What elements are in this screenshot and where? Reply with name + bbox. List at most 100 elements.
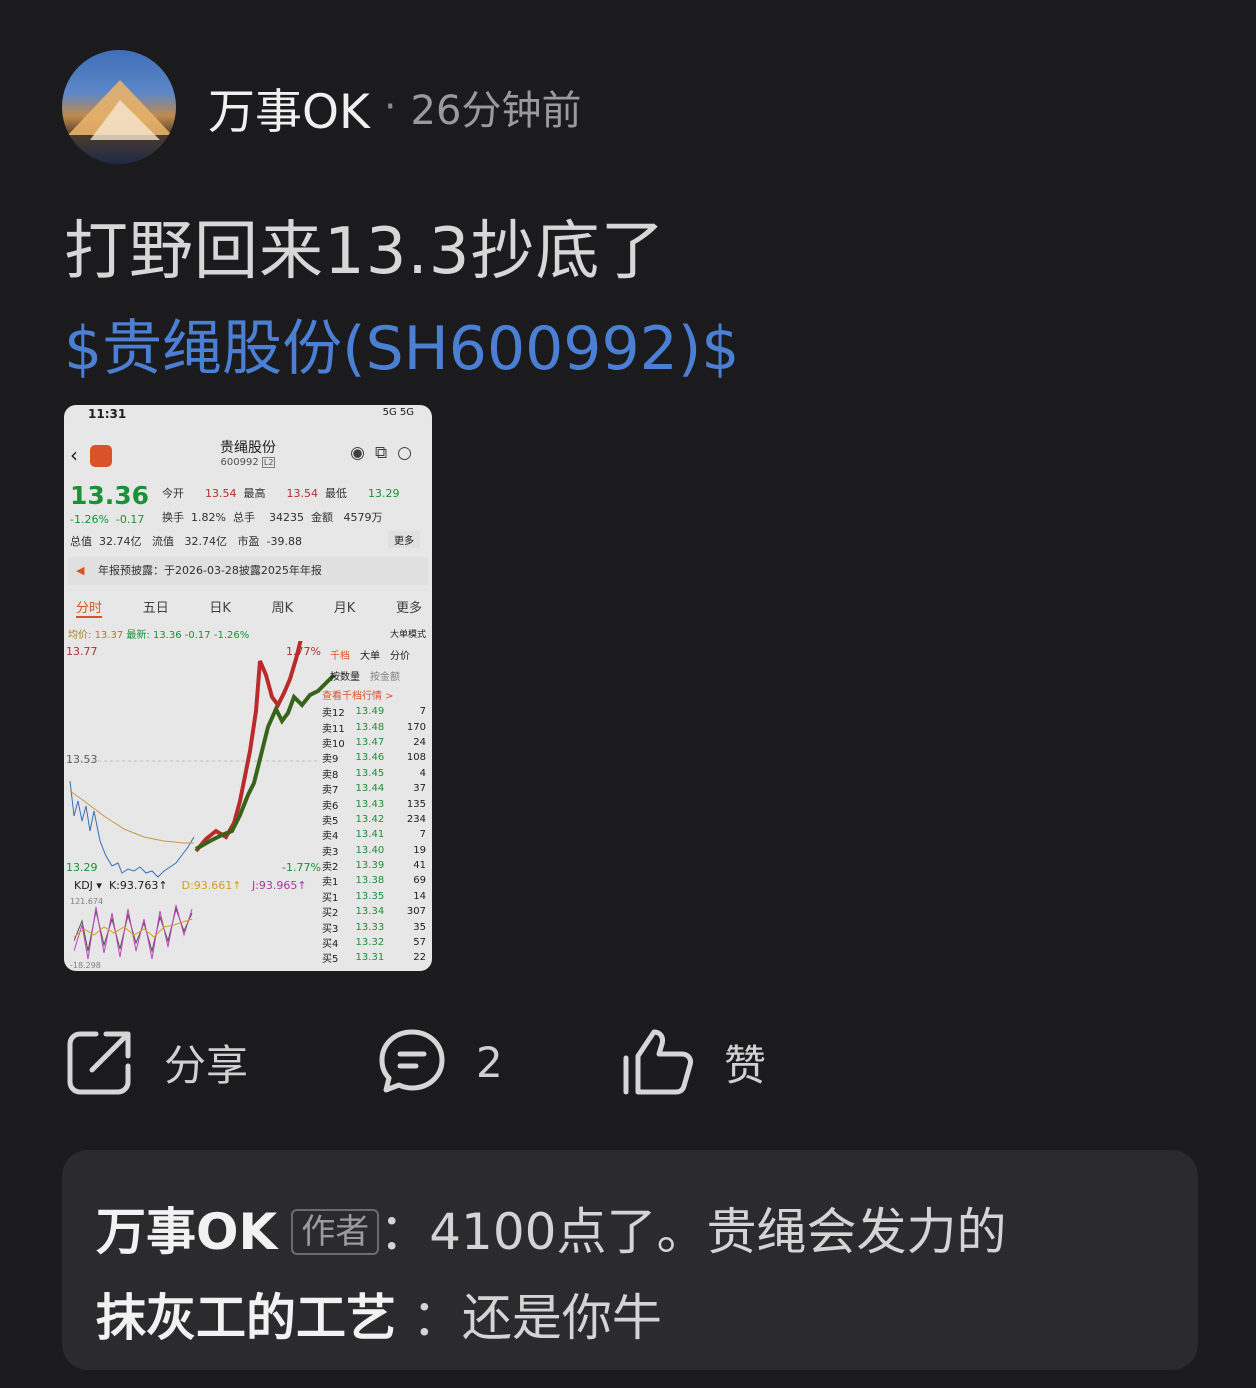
share-button[interactable]: 分享	[66, 1026, 248, 1098]
orderbook-vol: 307	[406, 906, 426, 918]
orderbook-table: 卖12 13.49 7 卖11 13.48 170 卖10 13.47 24 卖9 13.46 108…	[322, 704, 426, 966]
comment-icon	[379, 1029, 445, 1093]
share-label: 分享	[164, 1040, 249, 1090]
orderbook-price: 13.46	[355, 752, 385, 764]
ask-row: 卖6 13.43 135	[322, 796, 426, 812]
orderbook-price: 13.33	[355, 921, 385, 933]
kdj-indicator: KDJ ▾ K:93.763↑ D:93.661↑ J:93.965↑	[74, 879, 307, 892]
ask-row: 卖7 13.44 37	[322, 781, 426, 796]
post-header: 万事OK · 26分钟前	[62, 50, 581, 164]
tab-monthly-k: 月K	[333, 601, 356, 616]
comment-item[interactable]: 万事OK 作者 ：4100点了。贵绳会发力的	[96, 1192, 1007, 1264]
y-label-bottom: 13.29	[66, 861, 98, 874]
post-image[interactable]: 11:31 5G 5G ‹ 贵绳股份 600992 L2 ◉⧉○ 13.36 -…	[64, 405, 432, 971]
orderbook-vol: 7	[419, 829, 426, 841]
ask-row: 卖5 13.42 234	[322, 812, 426, 827]
orderbook-price: 13.38	[355, 875, 385, 887]
kdj-chart	[74, 904, 193, 960]
more-button: 更多	[388, 531, 420, 548]
orderbook-vol: 69	[413, 875, 426, 887]
thumbs-up-icon	[623, 1029, 693, 1095]
ask-row: 卖8 13.45 4	[322, 766, 426, 781]
orderbook-label: 卖6	[322, 800, 339, 812]
pct-label-bottom: -1.77%	[282, 861, 321, 874]
orderbook-price: 13.34	[355, 906, 385, 918]
pct-label-top: 1.77%	[286, 645, 321, 658]
comments-preview[interactable]: 万事OK 作者 ：4100点了。贵绳会发力的 抹灰工的工艺 ：还是你牛	[62, 1150, 1198, 1370]
post-text: 打野回来13.3抄底了	[64, 215, 666, 289]
share-icon	[67, 1031, 131, 1095]
ask-row: 卖9 13.46 108	[322, 750, 426, 765]
price-change: -1.26% -0.17	[70, 513, 144, 526]
orderbook-label: 买4	[322, 939, 339, 951]
quote-row-1: 今开 13.54 最高 13.54 最低 13.29	[162, 487, 400, 500]
orderbook-vol: 35	[413, 921, 426, 933]
comment-button[interactable]: 2	[378, 1026, 503, 1098]
orderbook-tabs: 千档 大单 分价	[330, 651, 410, 662]
search-icon: ○	[397, 443, 422, 463]
like-button[interactable]: 赞	[622, 1026, 766, 1098]
order-book: 千档 大单 分价 按数量 按金额 查看千档行情 > 卖12 13.49 7 卖11 13…	[322, 647, 432, 966]
tab-weekly-k: 周K	[271, 601, 294, 616]
orderbook-label: 卖3	[322, 846, 339, 858]
orderbook-label: 卖5	[322, 815, 339, 827]
orderbook-subtabs: 按数量 按金额	[330, 672, 400, 683]
comment-author[interactable]: 万事OK	[96, 1203, 277, 1261]
orderbook-price: 13.40	[355, 844, 385, 856]
orderbook-price: 13.49	[355, 706, 385, 718]
notice-text: 年报预披露：于2026-03-28披露2025年年报	[98, 564, 322, 577]
status-time: 11:31	[88, 407, 127, 421]
stock-code: 600992	[220, 457, 259, 468]
ask-row: 卖4 13.41 7	[322, 827, 426, 842]
orderbook-label: 买1	[322, 892, 339, 904]
orderbook-vol: 57	[413, 937, 426, 949]
orderbook-label: 买2	[322, 908, 339, 920]
share-out-icon: ⧉	[375, 443, 398, 463]
orderbook-vol: 24	[413, 736, 426, 748]
orderbook-vol: 41	[413, 860, 426, 872]
avatar[interactable]	[62, 50, 176, 164]
orderbook-vol: 170	[406, 721, 426, 733]
orderbook-price: 13.47	[355, 736, 385, 748]
tab-more: 更多	[395, 601, 422, 616]
orderbook-vol: 14	[413, 890, 426, 902]
toolbar-icons: ◉⧉○	[350, 443, 422, 463]
orderbook-label: 卖12	[322, 708, 345, 720]
tab-five-day: 五日	[142, 601, 169, 616]
orderbook-label: 卖4	[322, 831, 339, 843]
change-abs: -0.17	[115, 513, 145, 526]
ask-row: 卖10 13.47 24	[322, 735, 426, 750]
quote-row-3: 总值 32.74亿 流值 32.74亿 市盈 -39.88	[70, 535, 302, 548]
comment-text: ：4100点了。贵绳会发力的	[379, 1203, 1007, 1261]
orderbook-vol: 234	[406, 813, 426, 825]
orderbook-vol: 7	[419, 706, 426, 718]
comment-count: 2	[476, 1037, 503, 1087]
post-time: 26分钟前	[410, 88, 582, 134]
orderbook-label: 卖10	[322, 738, 345, 750]
orderbook-label: 卖9	[322, 754, 339, 766]
orderbook-vol: 108	[406, 752, 426, 764]
ask-row: 卖2 13.39 41	[322, 858, 426, 873]
comment-text: ：还是你牛	[411, 1289, 662, 1347]
orderbook-price: 13.43	[355, 798, 385, 810]
stock-link[interactable]: $贵绳股份(SH600992)$	[64, 300, 739, 387]
orderbook-price: 13.35	[355, 890, 385, 902]
y-label-top: 13.77	[66, 645, 98, 658]
status-icons: 5G 5G	[382, 407, 414, 418]
user-name[interactable]: 万事OK	[208, 73, 370, 142]
current-price: 13.36	[70, 481, 150, 510]
avg-line: 均价: 13.37 最新: 13.36 -0.17 -1.26%	[68, 630, 250, 641]
separator-dot: ·	[383, 84, 397, 130]
ask-row: 卖11 13.48 170	[322, 719, 426, 735]
comment-item[interactable]: 抹灰工的工艺 ：还是你牛	[96, 1278, 662, 1350]
orderbook-label: 卖2	[322, 862, 339, 874]
orderbook-price: 13.48	[355, 721, 385, 733]
tab-daily-k: 日K	[209, 601, 231, 616]
comment-author[interactable]: 抹灰工的工艺	[96, 1289, 396, 1347]
orderbook-price: 13.44	[355, 783, 385, 795]
notice-bar: ◀ 年报预披露：于2026-03-28披露2025年年报	[68, 557, 428, 585]
orderbook-price: 13.32	[355, 937, 385, 949]
orderbook-vol: 4	[419, 767, 426, 779]
orderbook-price: 13.31	[355, 952, 385, 964]
bid-row: 买3 13.33 35	[322, 919, 426, 935]
